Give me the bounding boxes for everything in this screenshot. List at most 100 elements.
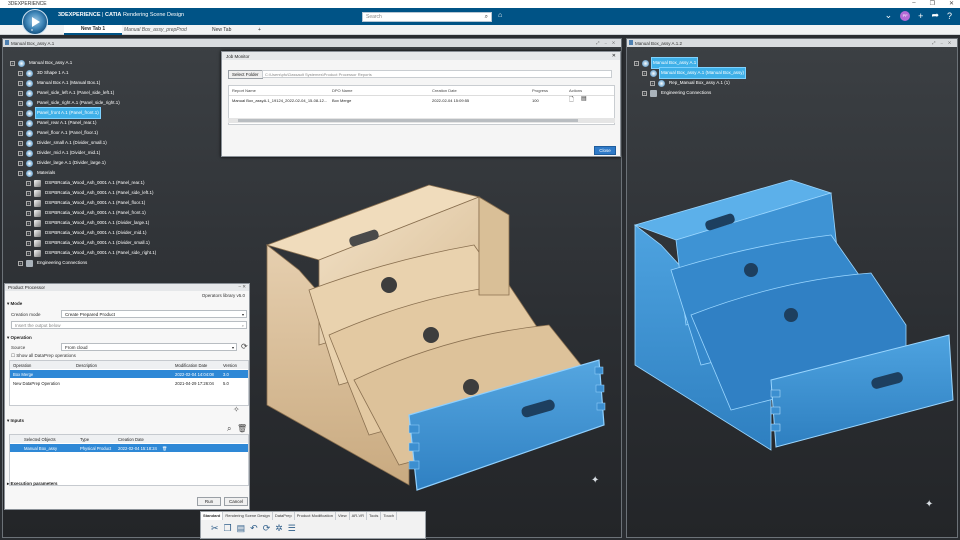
tree-node-label[interactable]: Manual Box_assy A.1 <box>650 57 699 69</box>
tree-node[interactable]: + DSPBRcatia_Wood_Ash_0001 A.1 (Divider_m… <box>10 228 157 238</box>
expand-icon[interactable]: + <box>642 70 647 76</box>
scroll-thumb[interactable] <box>238 119 578 122</box>
tree-node[interactable]: + Manual Box_assy A.1 <box>10 58 157 68</box>
tree-node[interactable]: + Panel_side_left A.1 (Panel_side_left.1) <box>10 88 157 98</box>
expand-icon[interactable]: + <box>26 180 31 186</box>
expand-icon[interactable]: + <box>18 150 23 156</box>
open-report-icon[interactable]: 🗋 <box>569 95 574 105</box>
creation-mode-select[interactable]: Create Prepared Product ▾ <box>61 310 247 318</box>
expand-icon[interactable]: + <box>18 110 23 116</box>
tree-node-label[interactable]: Divider_small A.1 (Divider_small.1) <box>36 138 108 148</box>
refresh-icon[interactable]: ⟳ <box>241 342 248 351</box>
paste-icon[interactable]: ▤ <box>237 523 246 534</box>
minimize-icon[interactable]: – <box>912 0 915 7</box>
tree-node-label[interactable]: Divider_large A.1 (Divider_large.1) <box>36 158 107 168</box>
action-bar-tab[interactable]: Rendering Scene Design <box>223 512 273 520</box>
output-input[interactable]: Insert the output below ⌕ <box>11 321 247 329</box>
product-processor-icon[interactable]: ✲ <box>275 523 283 534</box>
left-specification-tree[interactable]: + Manual Box_assy A.1 +3D Shape 1 A.1 + Manu… <box>10 58 157 268</box>
trash-icon[interactable]: 🗑 <box>237 424 247 433</box>
tree-node[interactable]: + DSPBRcatia_Wood_Ash_0001 A.1 (Panel_fro… <box>10 208 157 218</box>
tab-new-tab[interactable]: New Tab <box>206 25 237 35</box>
tree-node[interactable]: + DSPBRcatia_Wood_Ash_0001 A.1 (Divider_l… <box>10 218 157 228</box>
cancel-button[interactable]: Cancel <box>224 497 248 506</box>
expand-icon[interactable]: + <box>18 80 23 86</box>
tree-node[interactable]: + Divider_large A.1 (Divider_large.1) <box>10 158 157 168</box>
execution-section[interactable]: ▸ Execution parameters <box>7 481 58 487</box>
expand-icon[interactable]: + <box>26 230 31 236</box>
report-name-cell[interactable]: Manual Box_assyA.1_19124_2022-02-04_15-0… <box>232 98 327 103</box>
operation-section[interactable]: ▾ Operation <box>7 335 32 341</box>
right-viewer-pane[interactable]: Manual Box_assy A.1.2 ⤢ – ✕ ✦ <box>626 38 958 538</box>
add-tab-button[interactable]: + <box>252 25 267 35</box>
tree-node-label[interactable]: DSPBRcatia_Wood_Ash_0001 A.1 (Panel_side… <box>44 248 157 258</box>
restore-icon[interactable]: ❐ <box>930 0 935 7</box>
expand-icon[interactable]: + <box>26 210 31 216</box>
horizontal-scrollbar[interactable] <box>228 118 615 123</box>
tree-node-label[interactable]: Panel_rear A.1 (Panel_rear.1) <box>36 118 98 128</box>
source-select[interactable]: From cloud ▾ <box>61 343 237 351</box>
show-all-checkbox[interactable]: ☐ Show all DataPrep operations <box>11 353 76 359</box>
pane-window-controls[interactable]: ⤢ – ✕ <box>596 40 617 45</box>
tree-node-label[interactable]: Panel_front A.1 (Panel_front.1) <box>35 107 101 119</box>
tree-node-label[interactable]: Panel_floor A.1 (Panel_floor.1) <box>36 128 99 138</box>
expand-icon[interactable]: + <box>18 170 23 176</box>
expand-icon[interactable]: + <box>650 80 655 86</box>
expand-icon[interactable]: + <box>18 130 23 136</box>
expand-icon[interactable]: + <box>18 90 23 96</box>
right-specification-tree[interactable]: + Manual Box_assy A.1 + Manual Box_assy A.1… <box>634 57 747 98</box>
tree-node-label[interactable]: Divider_mid A.1 (Divider_mid.1) <box>36 148 101 158</box>
tree-node[interactable]: + Manual Box A.1 (Manual Box.1) <box>10 78 157 88</box>
table-row[interactable]: New DataPrep Operation 2021-04-29 17:26:… <box>10 379 248 387</box>
search-input[interactable]: Search ⌕ <box>362 12 492 22</box>
report-folder-path[interactable]: C:\Users\pfu\Dassault Systemes\Product P… <box>262 70 612 78</box>
expand-icon[interactable]: + <box>26 240 31 246</box>
tree-node-label[interactable]: Manual Box_assy A.1 <box>28 58 73 68</box>
action-bar-tab[interactable]: Standard <box>201 512 224 520</box>
table-row[interactable]: Manual Box_assy Physical Product 2022-02… <box>10 444 248 452</box>
action-bar-tab[interactable]: View <box>336 512 350 520</box>
search-icon[interactable]: ⌕ <box>485 14 488 21</box>
expand-icon[interactable]: + <box>26 220 31 226</box>
share-icon[interactable]: ➦ <box>931 10 939 21</box>
tree-node[interactable]: + Panel_front A.1 (Panel_front.1) <box>10 107 157 119</box>
add-icon[interactable]: + <box>918 11 923 21</box>
action-bar-tab[interactable]: Tools <box>367 512 382 520</box>
view-compass-icon[interactable]: ✦ <box>591 475 599 486</box>
tree-node[interactable]: + Engineering Connections <box>10 258 157 268</box>
tree-node[interactable]: + DSPBRcatia_Wood_Ash_0001 A.1 (Panel_sid… <box>10 188 157 198</box>
expand-icon[interactable]: + <box>18 140 23 146</box>
tree-node-label[interactable]: DSPBRcatia_Wood_Ash_0001 A.1 (Panel_rear… <box>44 178 145 188</box>
expand-icon[interactable]: + <box>10 60 15 66</box>
tree-node[interactable]: + Engineering Connections <box>634 88 745 98</box>
tree-node[interactable]: + DSPBRcatia_Wood_Ash_0001 A.1 (Panel_rea… <box>10 178 157 188</box>
tree-node[interactable]: + Manual Box_assy A.1 (Manual Box_assy) <box>634 67 747 79</box>
tree-node-label[interactable]: Panel_side_left A.1 (Panel_side_left.1) <box>36 88 115 98</box>
action-bar-tab[interactable]: AR-VR <box>350 512 368 520</box>
table-row[interactable]: Box Merge 2022-02-04 14:04:08 3.0 <box>10 370 248 378</box>
compass-icon[interactable]: R <box>22 9 48 35</box>
tree-node[interactable]: +3D Shape 1 A.1 <box>10 68 157 78</box>
run-button[interactable]: Run <box>197 497 221 506</box>
expand-icon[interactable]: + <box>26 200 31 206</box>
pane-window-controls[interactable]: ⤢ – ✕ <box>932 40 953 45</box>
tree-display-icon[interactable]: ☰ <box>288 523 296 534</box>
undo-icon[interactable]: ↶ <box>250 523 258 534</box>
copy-icon[interactable]: ❐ <box>224 523 232 534</box>
tag-icon[interactable]: ⌂ <box>498 12 502 19</box>
tree-node[interactable]: + Manual Box_assy A.1 <box>634 57 745 69</box>
magic-wand-icon[interactable]: ✧ <box>233 405 240 414</box>
tree-node[interactable]: + DSPBRcatia_Wood_Ash_0001 A.1 (Panel_flo… <box>10 198 157 208</box>
avatar[interactable]: PF <box>900 10 911 21</box>
expand-icon[interactable]: + <box>18 120 23 126</box>
wooden-box-model[interactable] <box>259 175 609 495</box>
tree-node-label[interactable]: DSPBRcatia_Wood_Ash_0001 A.1 (Panel_side… <box>44 188 155 198</box>
action-bar-tab[interactable]: Product Modification <box>295 512 336 520</box>
panel-window-controls[interactable]: – ✕ <box>238 284 246 290</box>
tree-node-label[interactable]: DSPBRcatia_Wood_Ash_0001 A.1 (Panel_fron… <box>44 208 147 218</box>
search-icon[interactable]: ⌕ <box>227 424 231 434</box>
tree-node-label[interactable]: Engineering Connections <box>660 88 712 98</box>
tree-node[interactable]: + DSPBRcatia_Wood_Ash_0001 A.1 (Divider_s… <box>10 238 157 248</box>
expand-icon[interactable]: + <box>642 90 647 96</box>
select-folder-button[interactable]: Select Folder <box>228 70 263 79</box>
